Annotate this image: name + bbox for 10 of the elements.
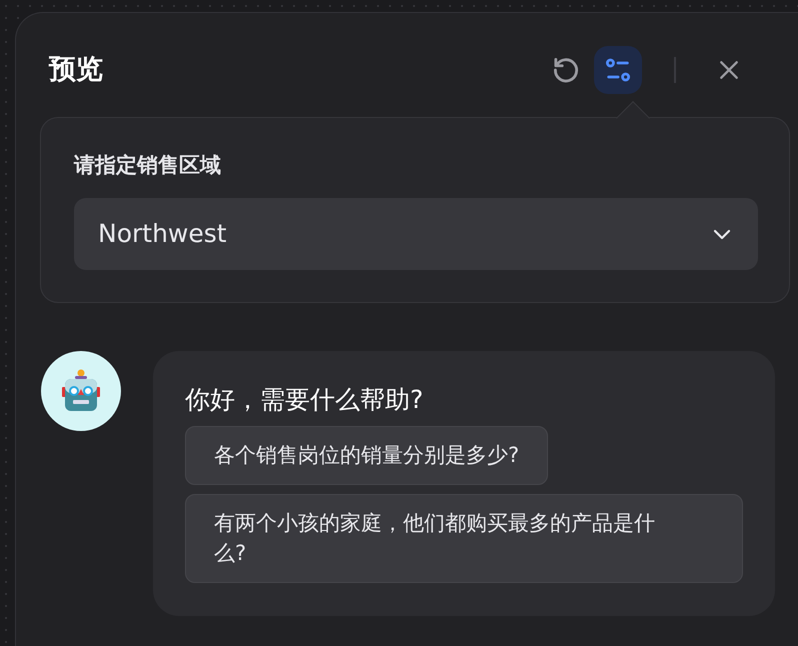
panel-title: 预览: [49, 54, 104, 86]
sliders-icon: [604, 56, 632, 84]
settings-button[interactable]: [594, 46, 642, 94]
field-label: 请指定销售区域: [74, 152, 221, 179]
suggestion-button[interactable]: 各个销售岗位的销量分别是多少?: [185, 426, 548, 486]
close-icon: [718, 59, 740, 81]
bot-message: 你好，需要什么帮助?: [185, 384, 424, 416]
robot-icon: [61, 368, 101, 412]
suggestion-button[interactable]: 有两个小孩的家庭，他们都购买最多的产品是什么?: [185, 494, 743, 584]
region-dropdown[interactable]: Northwest: [74, 198, 758, 270]
